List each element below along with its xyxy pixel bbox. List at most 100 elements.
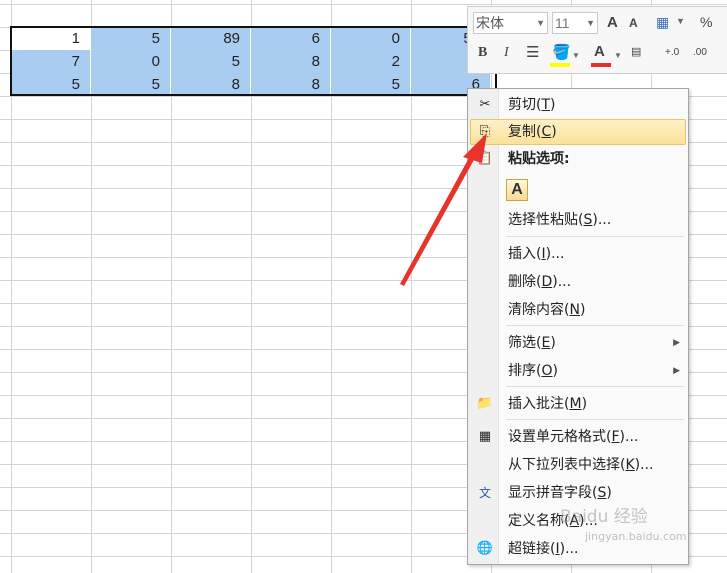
cell-style-icon[interactable]: ▦: [656, 14, 669, 31]
italic-button[interactable]: I: [504, 45, 509, 61]
context-menu: ✂ 剪切(T) ⎘ 复制(C) 📋 粘贴选项: A 选择性粘贴(S)... 插入…: [467, 88, 689, 565]
menu-item-label: 设置单元格格式(F)...: [508, 424, 638, 450]
percent-button[interactable]: %: [700, 14, 712, 30]
chevron-down-icon[interactable]: ▼: [614, 51, 622, 60]
paste-special-label: 选择性粘贴(: [508, 212, 584, 228]
sort-key: O: [541, 363, 553, 379]
filter-key: E: [541, 335, 551, 351]
format-cells-key: F: [611, 429, 620, 445]
cell[interactable]: 0: [91, 50, 171, 73]
cell[interactable]: 1: [11, 27, 91, 50]
cell[interactable]: 5: [91, 27, 171, 50]
menu-item-insert[interactable]: 插入(I)...: [470, 241, 686, 267]
font-name-box[interactable]: 宋体 ▼: [473, 12, 548, 34]
copy-label: 复制(: [508, 124, 542, 140]
cell[interactable]: 7: [11, 50, 91, 73]
sort-label: 排序(: [508, 363, 542, 379]
phonetic-label: 显示拼音字段(: [508, 485, 598, 501]
menu-item-paste-special[interactable]: 选择性粘贴(S)...: [470, 207, 686, 233]
cell[interactable]: 8: [251, 50, 331, 73]
cell[interactable]: 6: [251, 27, 331, 50]
menu-item-label: 选择性粘贴(S)...: [508, 207, 611, 233]
cut-key: T: [541, 97, 551, 113]
cell[interactable]: 5: [331, 73, 411, 96]
pick-list-key: K: [625, 457, 635, 473]
paste-keep-text-button[interactable]: A: [506, 179, 528, 201]
cell[interactable]: 5: [171, 50, 251, 73]
format-cells-label: 设置单元格格式(: [508, 429, 612, 445]
grow-font-button[interactable]: A: [607, 14, 618, 31]
font-size-value: 11: [555, 15, 570, 31]
phonetic-end: ): [606, 485, 612, 501]
menu-item-filter[interactable]: 筛选(E) ▶: [470, 330, 686, 356]
cell[interactable]: 5: [11, 73, 91, 96]
delete-key: D: [541, 274, 553, 290]
clear-key: N: [569, 302, 580, 318]
paste-options-header: 📋 粘贴选项:: [470, 146, 686, 172]
insert-label: 插入(: [508, 246, 542, 262]
paste-special-end: )...: [592, 212, 612, 228]
cell[interactable]: 5: [91, 73, 171, 96]
chevron-down-icon: ▼: [586, 18, 595, 28]
comment-end: ): [581, 396, 588, 412]
folder-icon: 📁: [476, 396, 494, 411]
clear-end: ): [579, 302, 586, 318]
chevron-right-icon: ▶: [673, 338, 680, 348]
cell[interactable]: 0: [331, 27, 411, 50]
font-color-swatch: [591, 63, 611, 67]
menu-item-insert-comment[interactable]: 📁 插入批注(M): [470, 391, 686, 417]
menu-item-clear-contents[interactable]: 清除内容(N): [470, 297, 686, 323]
menu-separator: [506, 325, 684, 326]
fill-color-icon[interactable]: 🪣: [552, 43, 571, 61]
font-size-box[interactable]: 11 ▼: [552, 12, 598, 34]
menu-item-format-cells[interactable]: ▦ 设置单元格格式(F)...: [470, 424, 686, 450]
watermark: Baidu 经验: [560, 507, 648, 527]
hyperlink-end: )...: [559, 541, 579, 557]
format-cells-end: )...: [619, 429, 639, 445]
insert-end: )...: [545, 246, 565, 262]
cell[interactable]: 2: [331, 50, 411, 73]
paste-options-label: 粘贴选项:: [508, 151, 570, 167]
delete-label: 删除(: [508, 274, 542, 290]
cell[interactable]: 8: [171, 73, 251, 96]
menu-item-copy[interactable]: ⎘ 复制(C): [470, 119, 686, 145]
menu-item-pick-from-list[interactable]: 从下拉列表中选择(K)...: [470, 452, 686, 478]
font-name-value: 宋体: [476, 15, 504, 31]
menu-separator: [506, 386, 684, 387]
comment-key: M: [569, 396, 582, 412]
copy-end: ): [551, 124, 557, 140]
menu-item-label: 删除(D)...: [508, 269, 571, 295]
cell[interactable]: 89: [171, 27, 251, 50]
increase-decimal-icon[interactable]: +.0: [665, 47, 679, 58]
chevron-down-icon: ▼: [536, 18, 545, 28]
menu-item-label: 清除内容(N): [508, 297, 585, 323]
chevron-down-icon[interactable]: ▼: [676, 16, 685, 26]
hyperlink-label: 超链接(: [508, 541, 556, 557]
mini-toolbar: 宋体 ▼ 11 ▼ A A ▦ ▼ % B I ☰ 🪣 ▼ A ▼ ▤ +.0 …: [467, 6, 727, 74]
menu-item-label: 剪切(T): [508, 92, 556, 118]
menu-item-label: 从下拉列表中选择(K)...: [508, 452, 653, 478]
cut-end: ): [550, 97, 556, 113]
table-row: 5 5 8 8 5 6: [11, 73, 491, 96]
menu-item-sort[interactable]: 排序(O) ▶: [470, 358, 686, 384]
scissors-icon: ✂: [479, 97, 491, 112]
sort-end: ): [552, 363, 558, 379]
table-row: 7 0 5 8 2 8: [11, 50, 491, 73]
shrink-font-button[interactable]: A: [629, 16, 638, 30]
pick-list-end: )...: [634, 457, 654, 473]
cell[interactable]: 8: [251, 73, 331, 96]
chevron-down-icon[interactable]: ▼: [572, 51, 580, 60]
menu-item-cut[interactable]: ✂ 剪切(T): [470, 92, 686, 118]
menu-item-delete[interactable]: 删除(D)...: [470, 269, 686, 295]
copy-icon: ⎘: [479, 124, 491, 139]
table-row: 1 5 89 6 0 58: [11, 27, 491, 50]
decrease-decimal-icon[interactable]: .00: [693, 47, 707, 58]
menu-item-label: 排序(O): [508, 358, 558, 384]
delete-end: )...: [552, 274, 572, 290]
align-center-icon[interactable]: ☰: [526, 43, 539, 61]
bold-button[interactable]: B: [478, 45, 487, 61]
border-icon[interactable]: ▤: [631, 45, 641, 58]
font-color-button[interactable]: A: [594, 43, 605, 60]
selected-range[interactable]: 1 5 89 6 0 58 7 0 5 8 2 8 5 5 8 8 5 6: [11, 27, 491, 96]
phonetic-icon: 文: [478, 486, 491, 500]
